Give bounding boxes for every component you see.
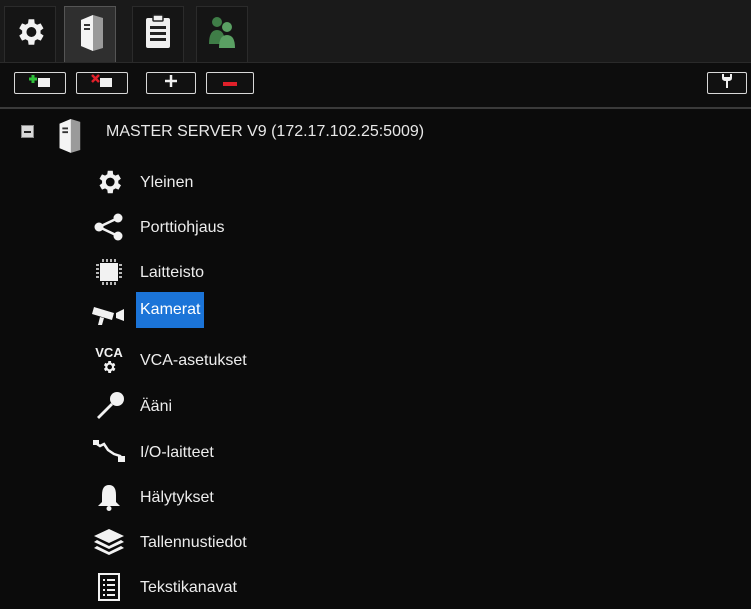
tree-item-io-laitteet[interactable]: I/O-laitteet bbox=[86, 430, 486, 474]
tree-item-laitteisto[interactable]: Laitteisto bbox=[86, 250, 486, 294]
tree-item-label: I/O-laitteet bbox=[140, 444, 214, 461]
tree-item-label: Tallennustiedot bbox=[140, 534, 247, 551]
tree-item-label: Hälytykset bbox=[140, 489, 214, 506]
tree-item-kamerat[interactable]: Kamerat bbox=[86, 292, 486, 336]
plus-icon bbox=[165, 74, 177, 92]
bell-icon bbox=[86, 475, 132, 519]
users-icon bbox=[205, 14, 239, 55]
vca-icon: VCA bbox=[86, 338, 132, 382]
expand-all-button[interactable] bbox=[146, 72, 196, 94]
tree-item-tallennustiedot[interactable]: Tallennustiedot bbox=[86, 520, 486, 564]
tree-item-label: Yleinen bbox=[140, 174, 194, 191]
tree-item-vca-asetukset[interactable]: VCA VCA-asetukset bbox=[86, 338, 486, 382]
remove-server-icon bbox=[90, 73, 114, 93]
camera-icon bbox=[86, 292, 132, 336]
tools-button[interactable] bbox=[707, 72, 747, 94]
tab-servers[interactable] bbox=[64, 6, 116, 62]
tree-item-label: Laitteisto bbox=[140, 264, 205, 281]
tree-item-porttiohjaus[interactable]: Porttiohjaus bbox=[86, 205, 486, 249]
server-icon bbox=[73, 12, 107, 57]
vca-icon-text: VCA bbox=[95, 344, 123, 360]
toolbar bbox=[0, 63, 751, 109]
gear-icon bbox=[13, 15, 47, 54]
tab-bar bbox=[0, 0, 751, 63]
wrench-icon bbox=[721, 73, 733, 93]
tree-item-aani[interactable]: Ääni bbox=[86, 384, 486, 428]
chip-icon bbox=[86, 250, 132, 294]
tree-server-node[interactable]: MASTER SERVER V9 (172.17.102.25:5009) bbox=[0, 110, 751, 153]
server-tree: MASTER SERVER V9 (172.17.102.25:5009) Yl… bbox=[0, 110, 751, 605]
tab-settings[interactable] bbox=[4, 6, 56, 62]
collapse-all-button[interactable] bbox=[206, 72, 254, 94]
server-label: MASTER SERVER V9 (172.17.102.25:5009) bbox=[106, 123, 425, 140]
tree-item-halytykset[interactable]: Hälytykset bbox=[86, 475, 486, 519]
layers-icon bbox=[86, 520, 132, 564]
collapse-toggle[interactable] bbox=[21, 125, 34, 138]
clipboard-icon bbox=[143, 14, 173, 55]
remove-server-button[interactable] bbox=[76, 72, 128, 94]
tree-item-label: Tekstikanavat bbox=[140, 579, 237, 596]
server-icon bbox=[52, 116, 84, 159]
io-cable-icon bbox=[86, 430, 132, 474]
tree-item-label: VCA-asetukset bbox=[140, 352, 247, 369]
tree-item-label: Ääni bbox=[140, 398, 173, 415]
text-list-icon bbox=[86, 565, 132, 609]
tree-item-tekstikanavat[interactable]: Tekstikanavat bbox=[86, 565, 486, 609]
tree-item-label: Kamerat bbox=[136, 292, 205, 328]
share-icon bbox=[86, 205, 132, 249]
tab-clipboard[interactable] bbox=[132, 6, 184, 62]
tree-item-label: Porttiohjaus bbox=[140, 219, 225, 236]
add-server-icon bbox=[28, 74, 52, 93]
tree-item-yleinen[interactable]: Yleinen bbox=[86, 160, 486, 204]
minus-icon bbox=[223, 74, 237, 92]
microphone-icon bbox=[86, 384, 132, 428]
add-server-button[interactable] bbox=[14, 72, 66, 94]
tab-users[interactable] bbox=[196, 6, 248, 62]
gear-icon bbox=[86, 160, 132, 204]
